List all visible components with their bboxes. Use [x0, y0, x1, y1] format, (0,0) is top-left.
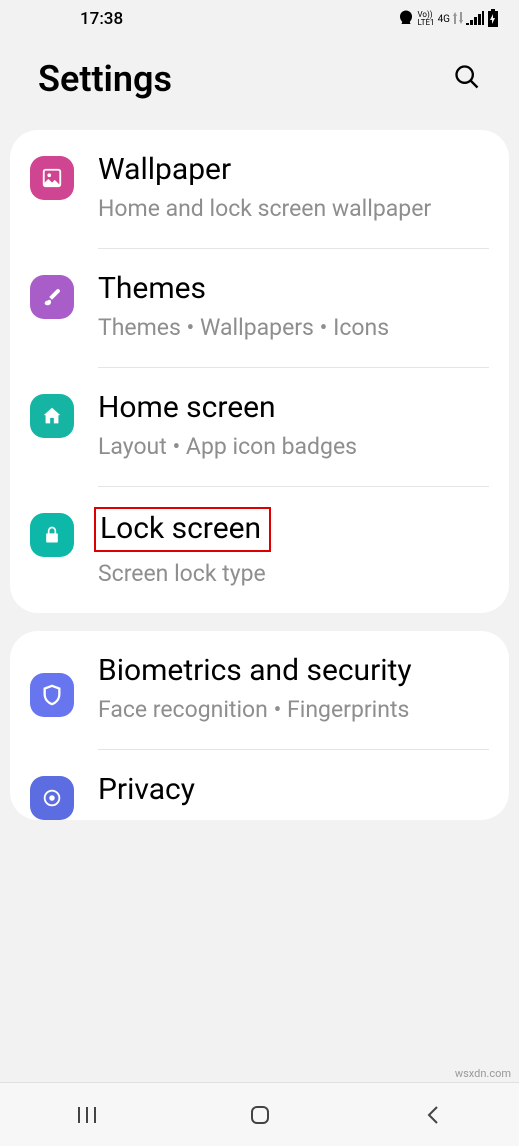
shield-icon — [30, 673, 74, 717]
home-icon — [30, 394, 74, 438]
row-subtitle: Home and lock screen wallpaper — [98, 193, 489, 224]
row-title: Themes — [98, 269, 489, 308]
row-home-screen[interactable]: Home screen Layout • App icon badges — [10, 368, 509, 486]
row-content: Biometrics and security Face recognition… — [98, 651, 489, 725]
row-subtitle: Screen lock type — [98, 558, 489, 589]
alarm-icon — [397, 9, 415, 30]
network-indicator: 4G — [438, 14, 450, 25]
row-biometrics[interactable]: Biometrics and security Face recognition… — [10, 631, 509, 749]
row-title: Privacy — [98, 770, 489, 809]
row-content: Lock screen Screen lock type — [98, 507, 489, 589]
data-arrows-icon — [453, 12, 463, 27]
home-button[interactable] — [210, 1103, 310, 1127]
page-title: Settings — [38, 58, 172, 100]
status-bar: 17:38 Vo)) LTE1 4G — [0, 0, 519, 38]
settings-group: Biometrics and security Face recognition… — [10, 631, 509, 820]
row-title: Biometrics and security — [98, 651, 489, 690]
row-content: Wallpaper Home and lock screen wallpaper — [98, 150, 489, 224]
row-lock-screen[interactable]: Lock screen Screen lock type — [10, 487, 509, 613]
status-icons: Vo)) LTE1 4G — [397, 9, 500, 30]
row-content: Privacy — [98, 770, 489, 813]
row-subtitle: Face recognition • Fingerprints — [98, 694, 489, 725]
privacy-icon — [30, 776, 74, 820]
row-content: Home screen Layout • App icon badges — [98, 388, 489, 462]
search-icon — [453, 63, 481, 91]
battery-icon — [487, 9, 499, 30]
row-wallpaper[interactable]: Wallpaper Home and lock screen wallpaper — [10, 130, 509, 248]
recents-button[interactable] — [37, 1105, 137, 1125]
row-themes[interactable]: Themes Themes • Wallpapers • Icons — [10, 249, 509, 367]
row-subtitle: Themes • Wallpapers • Icons — [98, 312, 489, 343]
signal-icon — [466, 11, 484, 28]
back-button[interactable] — [383, 1103, 483, 1127]
brush-icon — [30, 275, 74, 319]
row-title: Lock screen — [100, 511, 261, 546]
status-time: 17:38 — [20, 9, 123, 29]
row-privacy[interactable]: Privacy — [10, 750, 509, 820]
search-button[interactable] — [453, 63, 481, 95]
row-title: Home screen — [98, 388, 489, 427]
nav-bar — [0, 1082, 519, 1146]
row-title: Wallpaper — [98, 150, 489, 189]
lock-icon — [30, 513, 74, 557]
highlight-box: Lock screen — [94, 507, 271, 552]
picture-icon — [30, 156, 74, 200]
settings-group: Wallpaper Home and lock screen wallpaper… — [10, 130, 509, 613]
row-subtitle: Layout • App icon badges — [98, 431, 489, 462]
row-content: Themes Themes • Wallpapers • Icons — [98, 269, 489, 343]
header: Settings — [0, 38, 519, 130]
volte-indicator: Vo)) LTE1 — [418, 11, 435, 27]
watermark: wsxdn.com — [455, 1067, 511, 1080]
